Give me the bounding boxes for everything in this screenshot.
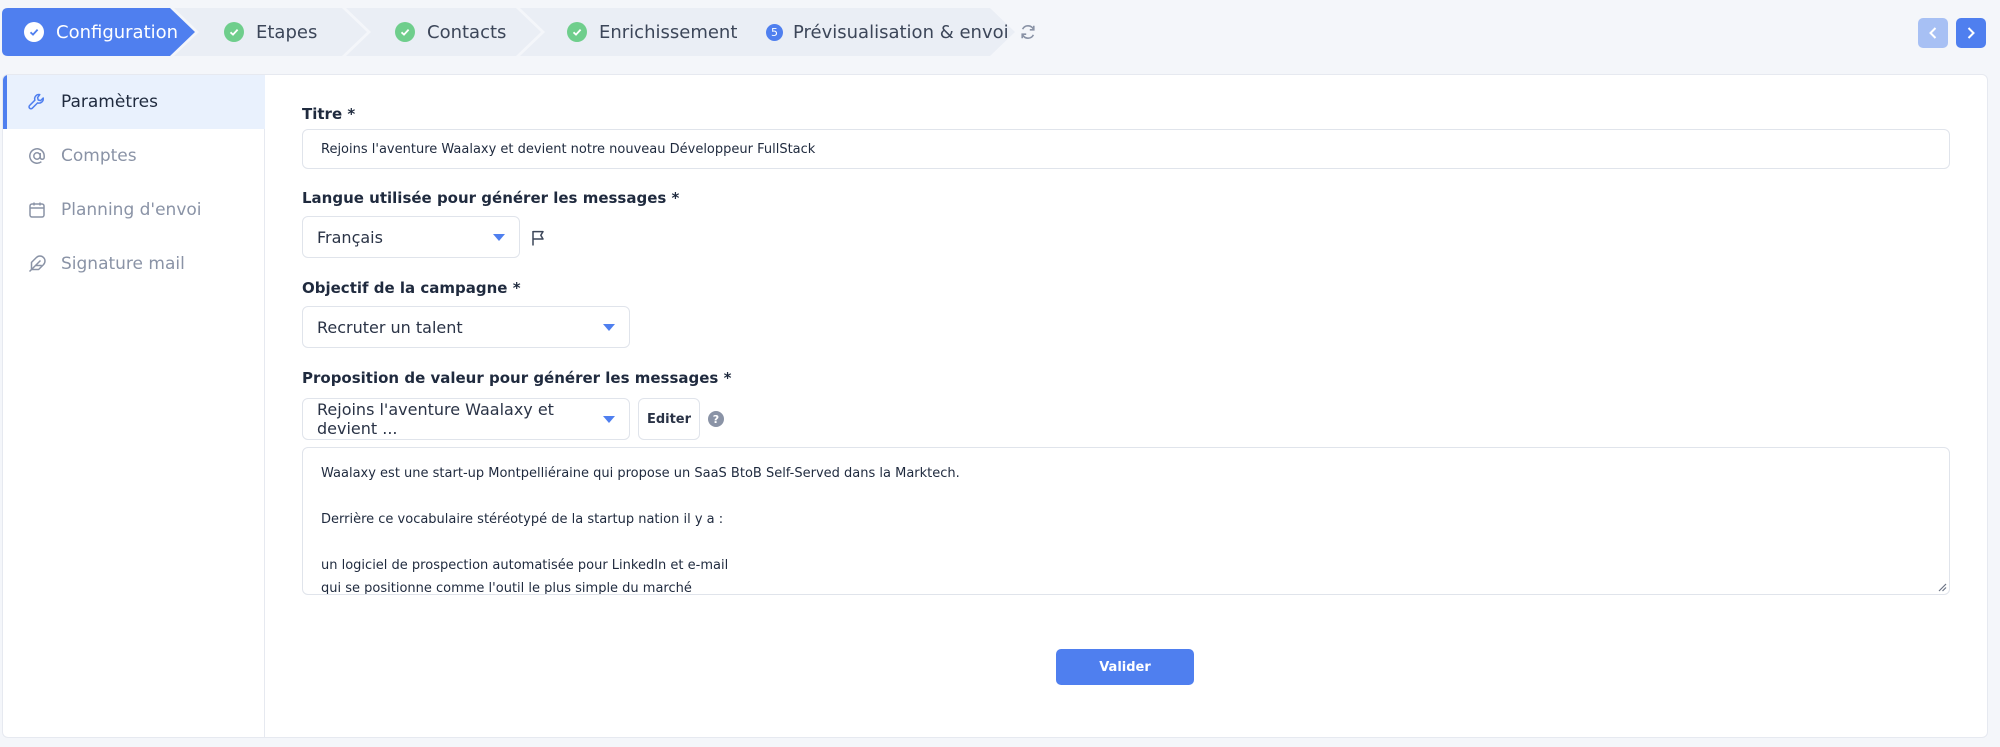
chevron-right-icon — [1967, 27, 1975, 39]
refresh-icon[interactable] — [1019, 23, 1037, 41]
settings-sidebar: Paramètres Comptes Planning d'envoi Sign… — [3, 75, 265, 737]
check-icon — [567, 22, 587, 42]
objective-select-value: Recruter un talent — [317, 317, 463, 337]
language-select[interactable]: Français — [302, 216, 520, 258]
title-input-value: Rejoins l'aventure Waalaxy et devient no… — [321, 141, 816, 157]
objective-select[interactable]: Recruter un talent — [302, 306, 630, 348]
feather-icon — [28, 255, 46, 273]
step-configuration[interactable]: Configuration — [2, 8, 197, 56]
campaign-stepper: Configuration Etapes Contacts Enrichisse… — [2, 8, 1102, 56]
value-proposition-select[interactable]: Rejoins l'aventure Waalaxy et devient ..… — [302, 398, 630, 440]
textarea-line — [321, 485, 1931, 508]
settings-form: Titre * Rejoins l'aventure Waalaxy et de… — [302, 75, 1952, 737]
language-select-value: Français — [317, 227, 383, 247]
chevron-left-icon — [1929, 27, 1937, 39]
validate-button[interactable]: Valider — [1056, 649, 1194, 685]
next-step-button[interactable] — [1956, 18, 1986, 48]
previous-step-button[interactable] — [1918, 18, 1948, 48]
sidebar-item-parametres[interactable]: Paramètres — [3, 75, 265, 129]
calendar-icon — [29, 202, 45, 218]
textarea-line: Waalaxy est une start-up Montpelliéraine… — [321, 466, 960, 481]
check-icon — [395, 22, 415, 42]
flag-icon[interactable] — [530, 229, 546, 247]
step-enrichissement[interactable]: Enrichissement — [520, 8, 750, 56]
chevron-down-icon — [493, 233, 505, 241]
title-input[interactable]: Rejoins l'aventure Waalaxy et devient no… — [302, 129, 1950, 169]
help-icon[interactable]: ? — [708, 411, 724, 427]
sidebar-item-signature[interactable]: Signature mail — [3, 237, 265, 291]
step-previsualisation[interactable]: 5 Prévisualisation & envoi — [720, 8, 1035, 56]
chevron-down-icon — [603, 323, 615, 331]
language-label: Langue utilisée pour générer les message… — [302, 189, 680, 207]
resize-handle-icon[interactable] — [1937, 582, 1947, 592]
value-proposition-label: Proposition de valeur pour générer les m… — [302, 369, 732, 387]
sidebar-item-planning[interactable]: Planning d'envoi — [3, 183, 265, 237]
textarea-line: Derrière ce vocabulaire stéréotypé de la… — [321, 512, 724, 527]
check-icon — [224, 22, 244, 42]
configuration-panel: Paramètres Comptes Planning d'envoi Sign… — [2, 74, 1988, 738]
sidebar-item-label: Comptes — [61, 146, 137, 166]
step-etapes[interactable]: Etapes — [174, 8, 374, 56]
step-label: Etapes — [256, 21, 318, 43]
chevron-down-icon — [603, 415, 615, 423]
step-contacts[interactable]: Contacts — [346, 8, 546, 56]
sidebar-item-label: Signature mail — [61, 254, 185, 274]
step-label: Configuration — [56, 21, 179, 43]
edit-button[interactable]: Editer — [638, 398, 700, 440]
textarea-line: un logiciel de prospection automatisée p… — [321, 558, 729, 573]
check-icon — [24, 22, 44, 42]
sidebar-item-comptes[interactable]: Comptes — [3, 129, 265, 183]
step-label: Enrichissement — [599, 21, 738, 43]
title-label: Titre * — [302, 105, 356, 123]
objective-label: Objectif de la campagne * — [302, 279, 521, 297]
step-label: Prévisualisation & envoi — [793, 21, 1009, 43]
step-number-badge: 5 — [766, 23, 783, 41]
sidebar-item-label: Planning d'envoi — [61, 200, 202, 220]
textarea-line — [321, 531, 1931, 554]
step-label: Contacts — [427, 21, 507, 43]
at-sign-icon — [29, 148, 45, 164]
textarea-line: qui se positionne comme l'outil le plus … — [321, 581, 692, 595]
value-proposition-select-value: Rejoins l'aventure Waalaxy et devient ..… — [317, 400, 554, 438]
value-proposition-textarea[interactable]: Waalaxy est une start-up Montpelliéraine… — [302, 447, 1950, 595]
sidebar-item-label: Paramètres — [61, 92, 158, 112]
wrench-icon — [28, 93, 44, 110]
